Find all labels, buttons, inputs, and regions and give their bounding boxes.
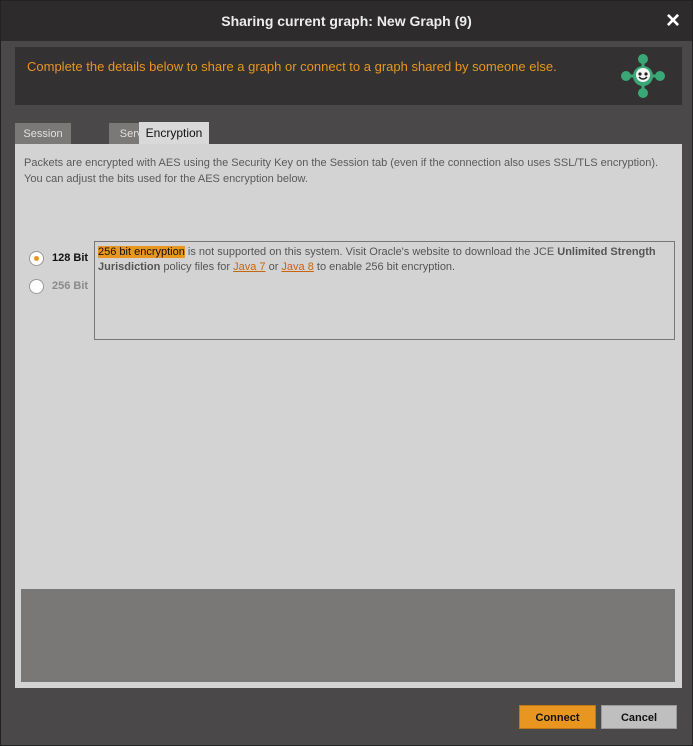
notice-text-4: to enable 256 bit encryption. (313, 261, 456, 273)
title-bar: Sharing current graph: New Graph (9) × (1, 1, 692, 41)
banner-text: Complete the details below to share a gr… (27, 59, 557, 74)
description-line-1: Packets are encrypted with AES using the… (24, 157, 659, 169)
radio-256-label: 256 Bit (52, 280, 89, 292)
encryption-notice: 256 bit encryption is not supported on t… (98, 245, 668, 275)
notice-text-3: or (265, 261, 282, 273)
notice-highlight: 256 bit encryption (98, 246, 185, 258)
close-icon[interactable]: × (666, 6, 680, 36)
encryption-notice-box: 256 bit encryption is not supported on t… (94, 241, 675, 340)
share-graph-dialog: Sharing current graph: New Graph (9) × C… (0, 0, 693, 746)
dialog-title: Sharing current graph: New Graph (9) (221, 13, 472, 29)
radio-128-label: 128 Bit (52, 252, 89, 264)
encryption-panel: Packets are encrypted with AES using the… (15, 144, 682, 688)
notice-text-2: policy files for (160, 261, 234, 273)
encryption-description: Packets are encrypted with AES using the… (24, 155, 674, 187)
java7-link[interactable]: Java 7 (233, 261, 265, 273)
radio-selected-icon (29, 251, 44, 266)
info-banner: Complete the details below to share a gr… (15, 47, 682, 105)
cancel-button[interactable]: Cancel (601, 705, 677, 729)
radio-unselected-icon (29, 279, 44, 294)
java8-link[interactable]: Java 8 (281, 261, 313, 273)
graph-share-logo-icon (621, 54, 665, 98)
tab-session[interactable]: Session (15, 123, 71, 144)
tab-encryption[interactable]: Encryption (139, 122, 209, 144)
connect-button[interactable]: Connect (519, 705, 596, 729)
radio-128-bit[interactable]: 128 Bit (29, 248, 99, 268)
radio-256-bit[interactable]: 256 Bit (29, 276, 99, 296)
notice-text-1: is not supported on this system. Visit O… (184, 246, 558, 258)
description-line-2: You can adjust the bits used for the AES… (24, 173, 308, 185)
status-area (21, 589, 675, 682)
